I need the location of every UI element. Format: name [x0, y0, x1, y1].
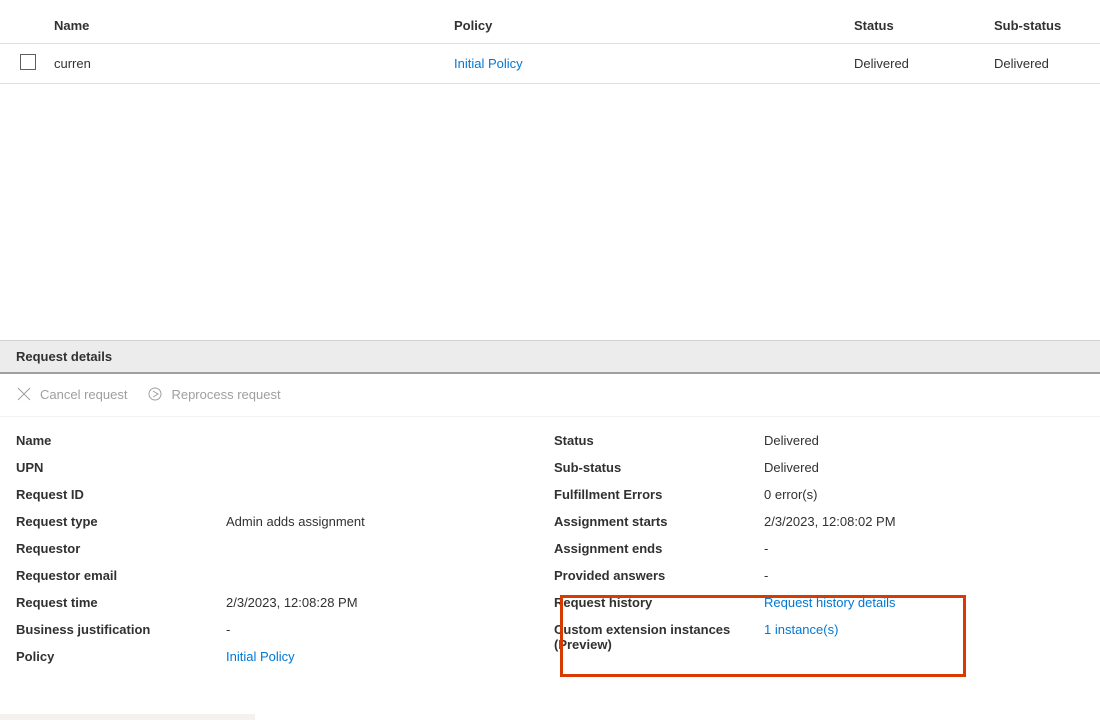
row-checkbox[interactable] [20, 54, 36, 70]
column-header-name[interactable]: Name [54, 8, 454, 44]
detail-label-upn: UPN [16, 460, 226, 475]
row-policy-link[interactable]: Initial Policy [454, 56, 523, 71]
detail-row-answers: Provided answers - [554, 562, 1084, 589]
request-details-panel: Request details Cancel request Reprocess… [0, 340, 1100, 720]
detail-value-answers: - [764, 568, 768, 583]
detail-value-substatus: Delivered [764, 460, 819, 475]
detail-value-policy: Initial Policy [226, 649, 295, 664]
detail-policy-link[interactable]: Initial Policy [226, 649, 295, 664]
detail-value-history: Request history details [764, 595, 896, 610]
reprocess-icon [147, 386, 163, 402]
detail-row-custom-ext: Custom extension instances (Preview) 1 i… [554, 616, 1084, 658]
column-header-status[interactable]: Status [854, 8, 994, 44]
detail-row-ends: Assignment ends - [554, 535, 1084, 562]
detail-label-request-time: Request time [16, 595, 226, 610]
detail-label-requestor-email: Requestor email [16, 568, 226, 583]
detail-row-status: Status Delivered [554, 427, 1084, 454]
command-bar: Cancel request Reprocess request [0, 374, 1100, 417]
detail-label-request-id: Request ID [16, 487, 226, 502]
detail-value-status: Delivered [764, 433, 819, 448]
request-details-header: Request details [0, 340, 1100, 374]
detail-value-biz-just: - [226, 622, 230, 637]
details-body: Name UPN Request ID Request type Admin a… [0, 417, 1100, 686]
detail-row-requestor: Requestor [16, 535, 546, 562]
detail-label-status: Status [554, 433, 764, 448]
detail-label-ends: Assignment ends [554, 541, 764, 556]
detail-label-biz-just: Business justification [16, 622, 226, 637]
details-left-column: Name UPN Request ID Request type Admin a… [16, 427, 546, 670]
detail-label-requestor: Requestor [16, 541, 226, 556]
column-header-checkbox [0, 8, 54, 44]
detail-row-request-id: Request ID [16, 481, 546, 508]
row-name-cell: curren [54, 44, 454, 84]
detail-label-answers: Provided answers [554, 568, 764, 583]
custom-ext-instances-link[interactable]: 1 instance(s) [764, 622, 838, 637]
row-substatus-cell: Delivered [994, 44, 1100, 84]
detail-row-starts: Assignment starts 2/3/2023, 12:08:02 PM [554, 508, 1084, 535]
detail-row-name: Name [16, 427, 546, 454]
row-checkbox-cell [0, 44, 54, 84]
column-header-substatus[interactable]: Sub-status [994, 8, 1100, 44]
detail-value-ends: - [764, 541, 768, 556]
details-right-column: Status Delivered Sub-status Delivered Fu… [554, 427, 1084, 670]
detail-row-fulfillment: Fulfillment Errors 0 error(s) [554, 481, 1084, 508]
detail-value-request-time: 2/3/2023, 12:08:28 PM [226, 595, 358, 610]
detail-row-requestor-email: Requestor email [16, 562, 546, 589]
requests-table-region: Name Policy Status Sub-status curren Ini… [0, 0, 1100, 84]
column-header-policy[interactable]: Policy [454, 8, 854, 44]
footer-shadow [0, 714, 255, 720]
detail-row-upn: UPN [16, 454, 546, 481]
detail-label-starts: Assignment starts [554, 514, 764, 529]
detail-label-history: Request history [554, 595, 764, 610]
close-icon [16, 386, 32, 402]
detail-row-substatus: Sub-status Delivered [554, 454, 1084, 481]
table-row[interactable]: curren Initial Policy Delivered Delivere… [0, 44, 1100, 84]
reprocess-request-label: Reprocess request [171, 387, 280, 402]
detail-value-request-type: Admin adds assignment [226, 514, 365, 529]
row-policy-cell: Initial Policy [454, 44, 854, 84]
detail-row-biz-just: Business justification - [16, 616, 546, 643]
detail-value-fulfillment: 0 error(s) [764, 487, 817, 502]
detail-row-request-type: Request type Admin adds assignment [16, 508, 546, 535]
requests-table: Name Policy Status Sub-status curren Ini… [0, 8, 1100, 84]
detail-label-custom-ext: Custom extension instances (Preview) [554, 622, 764, 652]
detail-row-history: Request history Request history details [554, 589, 1084, 616]
detail-value-custom-ext: 1 instance(s) [764, 622, 838, 637]
detail-label-fulfillment: Fulfillment Errors [554, 487, 764, 502]
detail-label-request-type: Request type [16, 514, 226, 529]
table-header-row: Name Policy Status Sub-status [0, 8, 1100, 44]
detail-label-name: Name [16, 433, 226, 448]
detail-row-policy: Policy Initial Policy [16, 643, 546, 670]
cancel-request-button[interactable]: Cancel request [16, 386, 127, 402]
detail-label-substatus: Sub-status [554, 460, 764, 475]
detail-value-starts: 2/3/2023, 12:08:02 PM [764, 514, 896, 529]
request-history-details-link[interactable]: Request history details [764, 595, 896, 610]
cancel-request-label: Cancel request [40, 387, 127, 402]
detail-label-policy: Policy [16, 649, 226, 664]
detail-row-request-time: Request time 2/3/2023, 12:08:28 PM [16, 589, 546, 616]
row-status-cell: Delivered [854, 44, 994, 84]
reprocess-request-button[interactable]: Reprocess request [147, 386, 280, 402]
